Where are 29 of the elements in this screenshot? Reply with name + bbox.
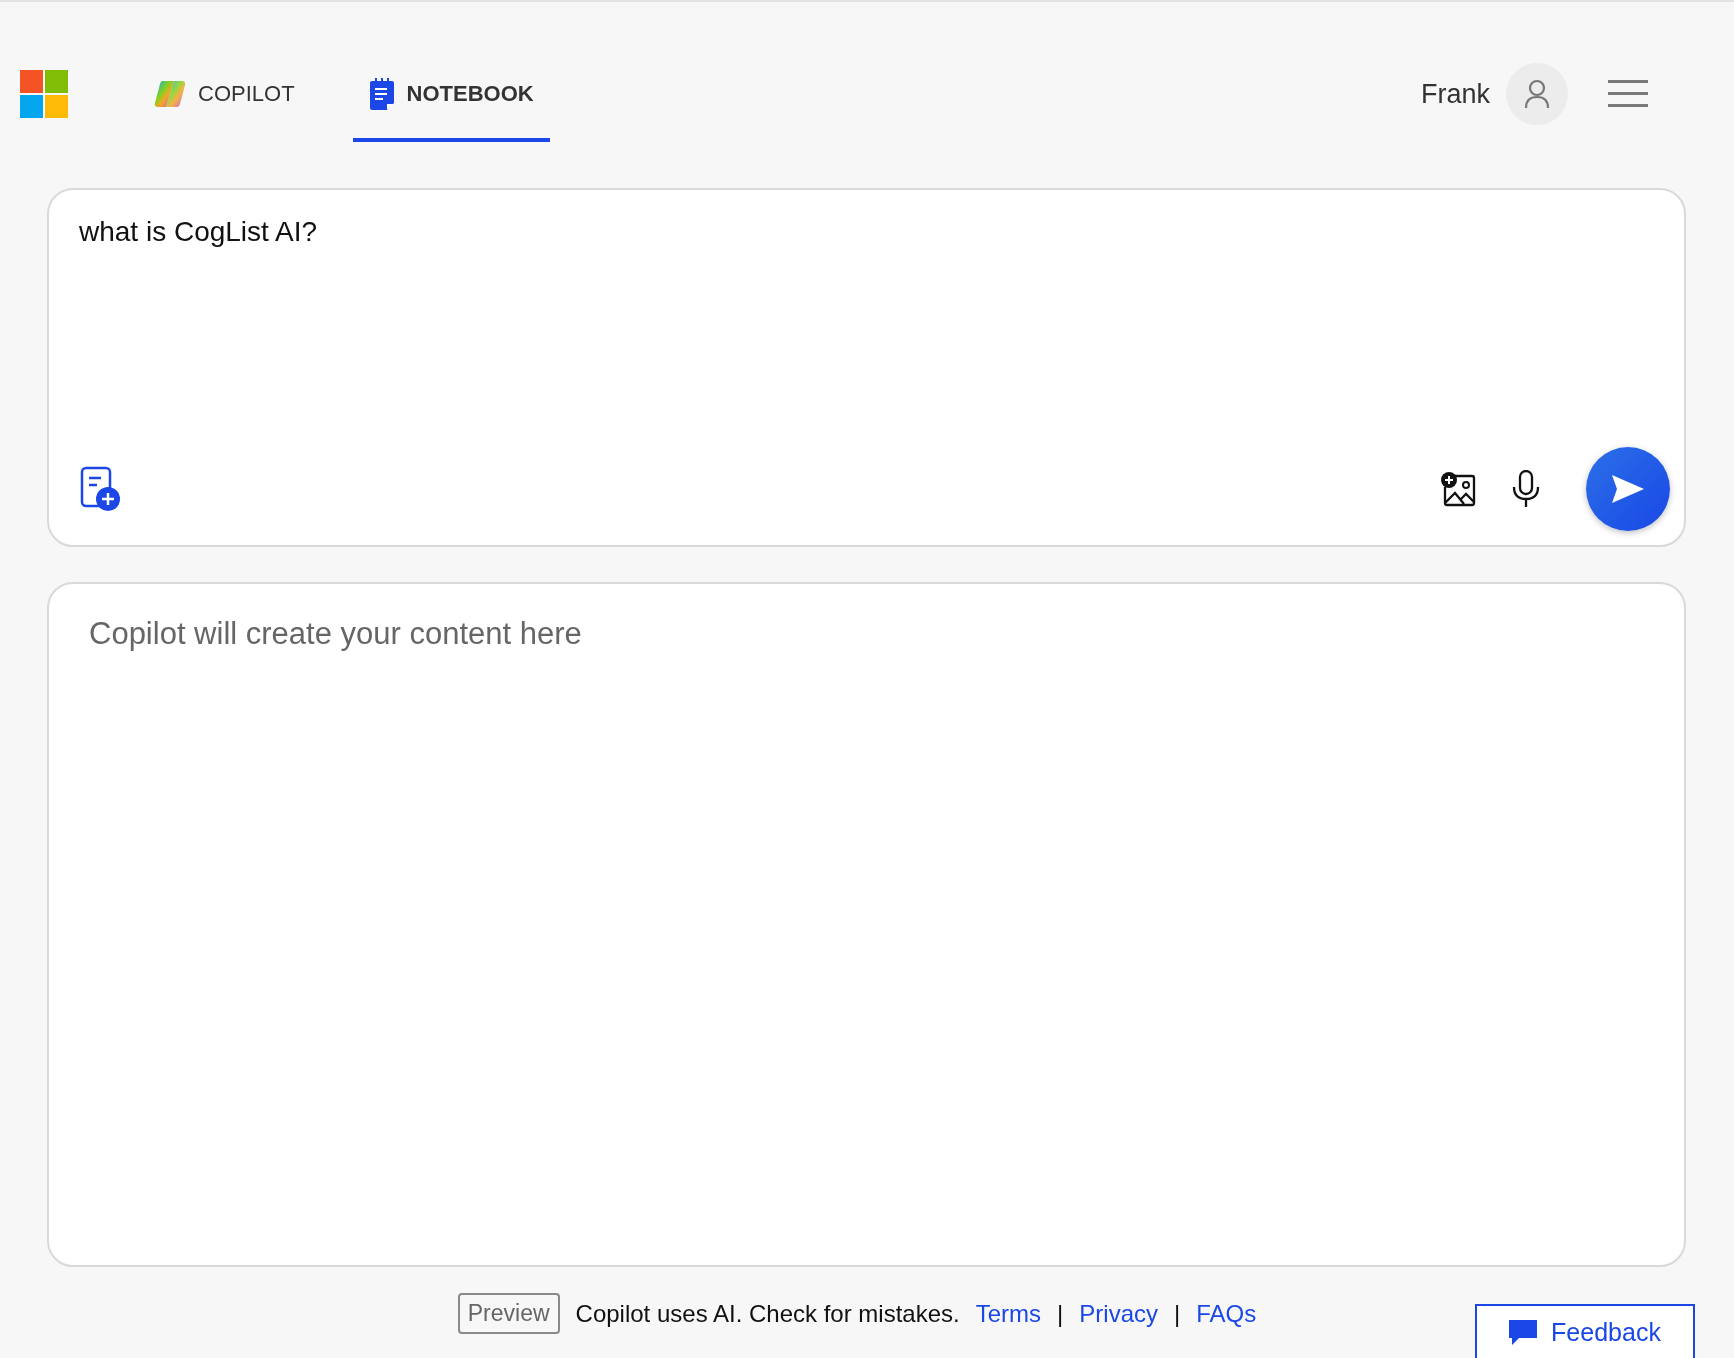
add-document-button[interactable] — [79, 466, 121, 512]
nav-tab[interactable]: COPILOT — [138, 46, 311, 142]
document-plus-icon — [79, 466, 121, 512]
send-arrow-icon — [1611, 474, 1645, 504]
menu-button[interactable] — [1608, 80, 1648, 108]
link-separator: | — [1057, 1299, 1064, 1328]
footer-link[interactable]: Privacy — [1079, 1299, 1158, 1328]
footer-link[interactable]: FAQs — [1196, 1299, 1257, 1328]
menu-icon — [1608, 80, 1648, 108]
prompt-box[interactable]: what is CogList AI? — [47, 188, 1686, 547]
microphone-button[interactable] — [1512, 470, 1540, 508]
image-plus-icon — [1440, 471, 1476, 507]
feedback-button[interactable]: Feedback — [1475, 1304, 1695, 1358]
user-name: Frank — [1420, 78, 1490, 110]
preview-label: Preview — [457, 1293, 560, 1334]
four-squares-logo-icon — [20, 70, 68, 118]
link-separator: | — [1174, 1299, 1181, 1328]
notepad-icon — [368, 77, 395, 111]
prompt-field[interactable]: what is CogList AI? — [79, 216, 1670, 447]
send-button[interactable] — [1586, 447, 1670, 531]
person-icon — [1524, 79, 1550, 109]
footer-link[interactable]: Terms — [975, 1299, 1042, 1328]
microphone-icon — [1512, 470, 1540, 508]
nav-tab[interactable]: NOTEBOOK — [352, 46, 550, 142]
output-field[interactable]: Copilot will create your content here — [47, 582, 1686, 1267]
disclaimer-text: Copilot uses AI. Check for mistakes. — [575, 1299, 960, 1328]
add-image-button[interactable] — [1440, 471, 1476, 507]
speech-bubble-icon — [1509, 1319, 1538, 1346]
copilot-logo-icon — [154, 79, 186, 109]
